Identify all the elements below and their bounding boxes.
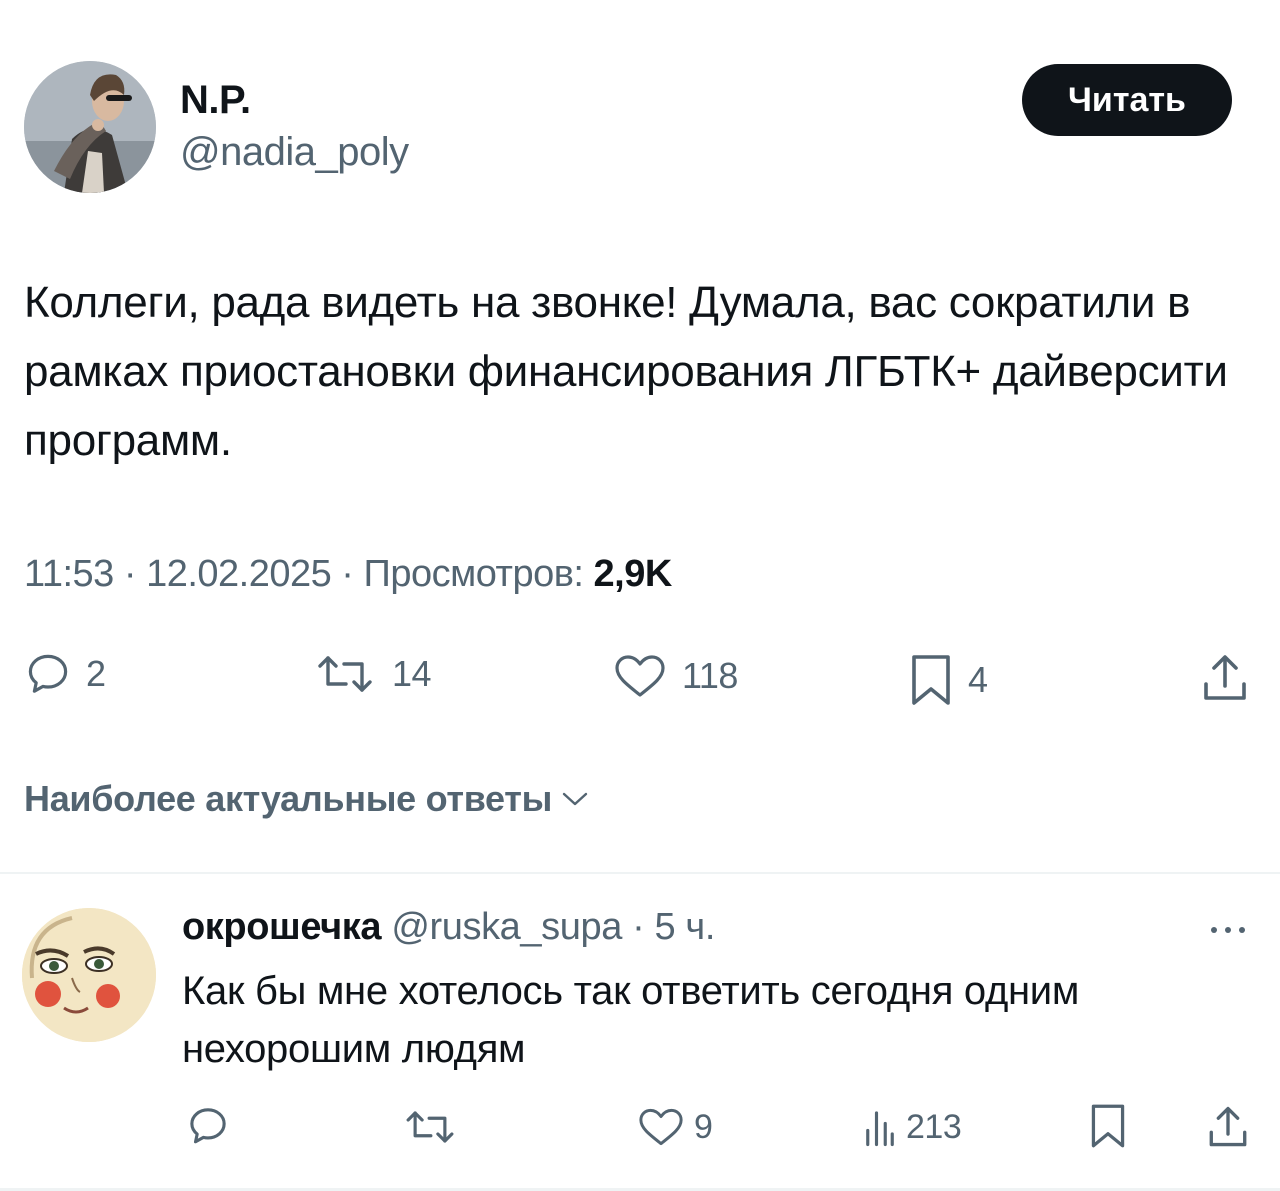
reply-views-count: 213 xyxy=(906,1107,962,1146)
reply-like-count: 9 xyxy=(694,1107,713,1146)
reply-text: Как бы мне хотелось так ответить сегодня… xyxy=(182,969,1080,1071)
reply-avatar[interactable] xyxy=(22,908,156,1042)
bookmark-action[interactable]: 4 xyxy=(908,652,988,708)
author-handle[interactable]: @nadia_poly xyxy=(180,130,409,175)
reply-reply-action[interactable] xyxy=(186,1104,230,1148)
views-count: 2,9K xyxy=(593,553,673,595)
follow-button[interactable]: Читать xyxy=(1022,64,1232,136)
tweet-meta: 11:53 · 12.02.2025 · Просмотров: 2,9K xyxy=(24,553,672,596)
meta-separator: · xyxy=(113,553,147,595)
reply-count: 2 xyxy=(86,653,106,694)
share-upload-icon xyxy=(1209,1106,1247,1147)
ellipsis-icon xyxy=(1211,927,1245,933)
reply-retweet-action[interactable] xyxy=(400,1106,460,1148)
heart-icon xyxy=(615,655,665,697)
retweet-arrows-icon xyxy=(318,656,372,692)
reply-bookmark-action[interactable] xyxy=(1088,1102,1128,1150)
bar-chart-icon xyxy=(866,1111,894,1147)
retweet-count: 14 xyxy=(392,653,432,694)
share-upload-icon xyxy=(1204,655,1246,700)
heart-icon xyxy=(639,1108,683,1146)
reply-header: окрошечка @ruska_supa · 5 ч. xyxy=(182,906,715,949)
speech-bubble-icon xyxy=(190,1108,226,1144)
divider xyxy=(0,872,1280,874)
more-options-button[interactable] xyxy=(1206,918,1250,942)
reply-views-action[interactable]: 213 xyxy=(862,1106,962,1148)
reply-like-action[interactable]: 9 xyxy=(636,1106,713,1148)
reply-author-handle[interactable]: @ruska_supa xyxy=(391,906,622,948)
reply-action[interactable]: 2 xyxy=(24,650,106,698)
views-label: Просмотров: xyxy=(363,553,594,595)
reply-separator: · xyxy=(621,906,655,948)
bookmark-icon xyxy=(1091,1104,1125,1148)
tweet-text: Коллеги, рада видеть на звонке! Думала, … xyxy=(24,278,1228,465)
reply-share-action[interactable] xyxy=(1206,1104,1250,1150)
meta-separator: · xyxy=(331,553,364,595)
replies-sort-button[interactable]: Наиболее актуальные ответы xyxy=(24,778,590,820)
tweet-date[interactable]: 12.02.2025 xyxy=(146,553,332,595)
author-name[interactable]: N.P. xyxy=(180,78,251,123)
like-action[interactable]: 118 xyxy=(612,652,738,700)
replies-sort-label: Наиболее актуальные ответы xyxy=(24,778,553,819)
retweet-arrows-icon xyxy=(406,1111,454,1143)
bookmark-icon xyxy=(912,655,950,705)
chevron-down-icon xyxy=(562,792,588,806)
reply-author-name[interactable]: окрошечка xyxy=(182,906,382,948)
author-avatar-image xyxy=(24,61,156,193)
retweet-action[interactable]: 14 xyxy=(312,650,432,698)
reply-time[interactable]: 5 ч. xyxy=(655,906,716,948)
reply-avatar-image xyxy=(22,908,156,1042)
speech-bubble-icon xyxy=(28,654,68,693)
share-action[interactable] xyxy=(1200,652,1250,704)
like-count: 118 xyxy=(682,655,738,696)
tweet-time[interactable]: 11:53 xyxy=(24,553,114,595)
bookmark-count: 4 xyxy=(968,659,988,700)
author-avatar[interactable] xyxy=(24,61,156,193)
